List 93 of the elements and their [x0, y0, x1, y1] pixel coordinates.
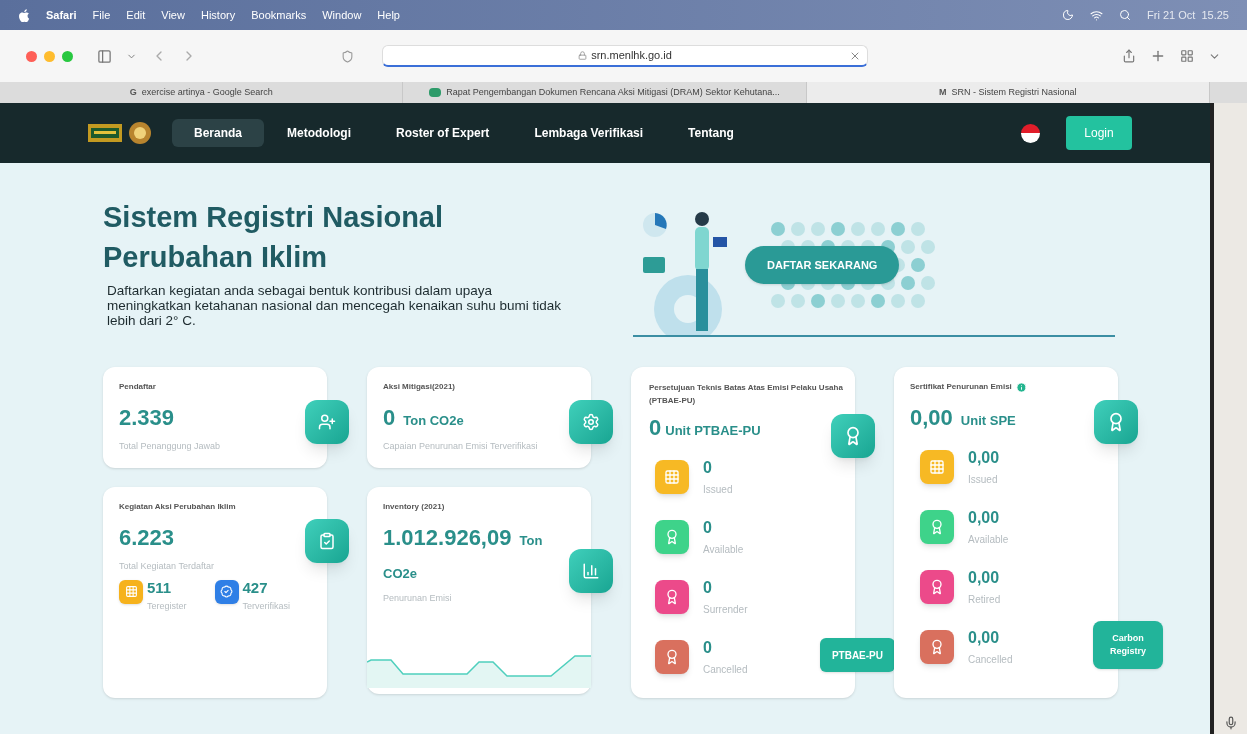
hero-title: Sistem Registri Nasional Perubahan Iklim — [103, 200, 445, 275]
stat-label: Issued — [968, 473, 999, 487]
stat-label: Issued — [703, 483, 733, 497]
new-tab-icon[interactable] — [1150, 48, 1166, 64]
apple-logo-icon[interactable] — [18, 8, 30, 22]
carbon-registry-button[interactable]: Carbon Registry — [1093, 621, 1163, 669]
browser-tab[interactable]: M SRN - Sistem Registri Nasional — [806, 82, 1210, 103]
stat-value: 0,00 — [968, 628, 1001, 648]
card-unit: Ton CO2e — [403, 412, 464, 430]
flag-icon[interactable] — [1021, 123, 1040, 143]
menu-item[interactable]: Window — [322, 6, 362, 24]
stat-label: Retired — [968, 593, 1001, 607]
award-icon — [664, 589, 680, 605]
sidebar-icon[interactable] — [97, 48, 112, 64]
tab-favicon: G — [129, 85, 137, 99]
tab-title: Rapat Pengembangan Dokumen Rencana Aksi Mitigasi (DRAM) Sektor Kehutana... — [446, 85, 780, 99]
card-value: 1.012.926,09 — [383, 524, 512, 552]
card-title: Sertifikat Penurunan Emisi — [910, 381, 1012, 393]
card-unit: Unit PTBAE-PU — [665, 422, 761, 440]
menu-item[interactable]: Bookmarks — [251, 6, 307, 24]
card-title: Persetujuan Teknis Batas Atas Emisi Pelaku Usaha (PTBAE-PU) — [649, 382, 844, 407]
card-unit: Ton — [519, 532, 543, 550]
register-button[interactable]: DAFTAR SEKARANG — [745, 246, 900, 284]
award-icon — [929, 519, 945, 535]
microphone-icon[interactable] — [1223, 716, 1238, 730]
wifi-icon[interactable] — [1090, 8, 1104, 22]
nav-link[interactable]: Metodologi — [265, 119, 373, 147]
stat-value: 0,00 — [968, 448, 1000, 468]
search-icon[interactable] — [1119, 9, 1132, 21]
menu-item[interactable]: View — [161, 6, 185, 24]
nav-link[interactable]: Tentang — [666, 119, 756, 147]
tab-overview-icon[interactable] — [1180, 49, 1194, 63]
stat-label: Terverifikasi — [242, 599, 291, 613]
stat-value: 0 — [703, 518, 713, 538]
tab-favicon — [429, 88, 442, 97]
nav-link[interactable]: Lembaga Verifikasi — [512, 119, 666, 147]
card-value: 0,00 — [910, 404, 953, 432]
address-field[interactable]: srn.menlhk.go.id — [382, 45, 868, 67]
shield-icon[interactable] — [341, 49, 354, 63]
card-value: 2.339 — [119, 404, 176, 432]
menu-item[interactable]: Edit — [126, 6, 146, 24]
logo-drawing[interactable] — [88, 121, 152, 145]
stat-value: 427 — [242, 579, 269, 596]
lock-icon — [578, 51, 588, 60]
card-unit: CO2e — [383, 565, 418, 583]
stat-value: 0 — [703, 458, 713, 478]
award-icon — [664, 529, 680, 545]
award-icon — [929, 579, 945, 595]
grid-icon — [664, 469, 680, 485]
award-icon — [929, 639, 945, 655]
stat-value: 0,00 — [968, 568, 1001, 588]
menu-item[interactable]: Help — [377, 6, 400, 24]
card-caption: Penurunan Emisi — [383, 591, 453, 605]
moon-icon[interactable] — [1062, 9, 1075, 21]
menu-item[interactable]: Safari — [46, 6, 77, 24]
card-caption: Capaian Penurunan Emisi Terverifikasi — [383, 440, 539, 453]
card-title: Kegiatan Aksi Perubahan Iklim — [119, 501, 237, 513]
card-value: 6.223 — [119, 524, 176, 552]
hero-description: Daftarkan kegiatan anda sebagai bentuk kontribusi dalam upaya meningkatkan ketahanan nasional dan mencegah kenaikan suhu bumi tidak lebih dari 2° C. — [106, 283, 563, 328]
stat-label: Cancelled — [968, 653, 1013, 667]
menu-item[interactable]: History — [200, 6, 236, 24]
card-value: 0 — [383, 404, 396, 432]
nav-link[interactable]: Beranda — [172, 119, 265, 147]
stat-value: 0 — [703, 638, 713, 658]
grid-icon — [124, 585, 138, 598]
award-icon — [664, 649, 680, 665]
check-badge-icon — [220, 585, 233, 598]
card-title: Inventory (2021) — [383, 501, 446, 513]
tab-title: exercise artinya - Google Search — [141, 85, 273, 99]
card-caption: Total Kegiatan Terdaftar — [119, 560, 215, 573]
stat-label: Available — [703, 543, 744, 557]
ptbae-button[interactable]: PTBAE-PU — [819, 638, 895, 672]
card-title: Pendaftar — [119, 381, 157, 393]
tab-title: SRN - Sistem Registri Nasional — [951, 85, 1077, 99]
stat-label: Teregister — [147, 599, 187, 613]
card-value: 0 — [649, 414, 662, 442]
tab-favicon: M — [939, 85, 947, 99]
nav-link[interactable]: Roster of Expert — [374, 119, 512, 147]
url-text: srn.menlhk.go.id — [591, 48, 672, 64]
share-icon[interactable] — [1122, 49, 1136, 63]
menu-item[interactable]: File — [92, 6, 111, 24]
stat-label: Cancelled — [703, 663, 748, 677]
card-title: Aksi Mitigasi(2021) — [383, 381, 457, 393]
stat-label: Surrender — [703, 603, 748, 617]
stat-value: 0 — [703, 578, 713, 598]
card-caption: Total Penanggung Jawab — [119, 440, 222, 453]
grid-icon — [929, 459, 945, 475]
stat-value: 511 — [147, 579, 173, 596]
clock[interactable]: Fri 21 Oct 15.25 — [1147, 6, 1229, 24]
stat-value: 0,00 — [968, 508, 1001, 528]
stat-label: Available — [968, 533, 1009, 547]
info-icon[interactable] — [1015, 381, 1027, 393]
card-unit: Unit SPE — [960, 412, 1016, 430]
